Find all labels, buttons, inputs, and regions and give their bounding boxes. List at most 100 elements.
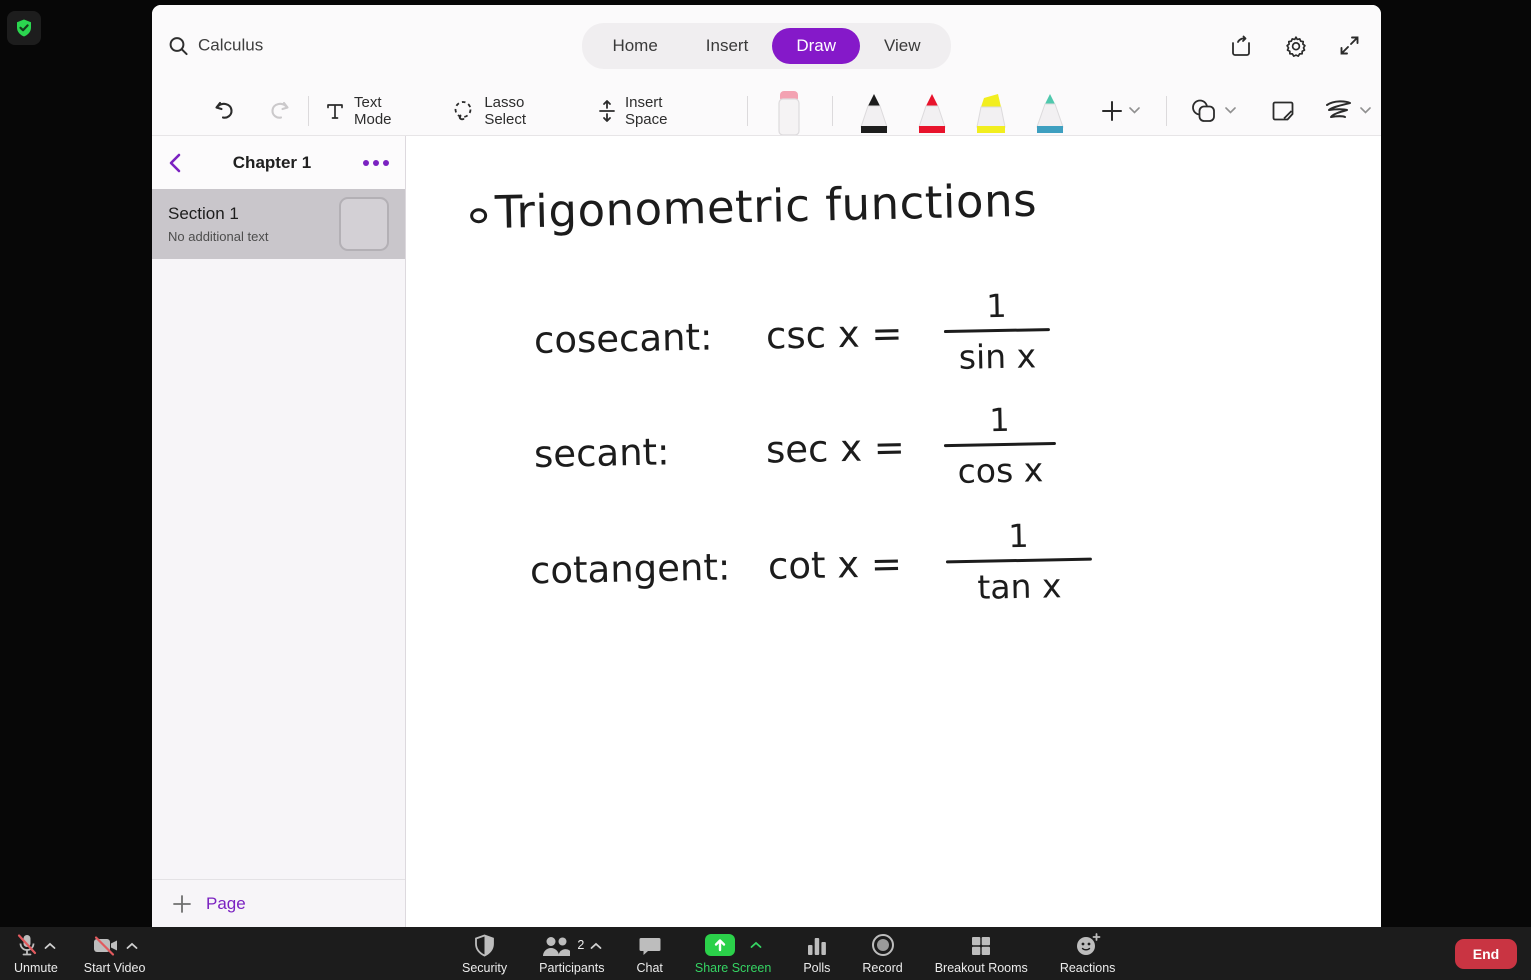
formula-row-secant: secant: sec x = 1 cos x bbox=[533, 400, 1056, 496]
participants-count: 2 bbox=[577, 938, 585, 952]
chevron-up-icon[interactable] bbox=[126, 942, 138, 950]
pen-black-icon bbox=[856, 93, 892, 135]
chevron-up-icon[interactable] bbox=[590, 942, 602, 950]
sticky-note-button[interactable] bbox=[1270, 98, 1296, 124]
polls-button[interactable]: Polls bbox=[803, 933, 830, 975]
undo-icon[interactable] bbox=[212, 98, 238, 124]
highlighter-yellow-tool[interactable] bbox=[972, 93, 1010, 135]
lasso-select-button[interactable]: Lasso Select bbox=[451, 94, 568, 128]
ribbon-divider bbox=[832, 95, 834, 126]
page-thumbnail[interactable] bbox=[339, 197, 389, 251]
fraction-numerator: 1 bbox=[1007, 516, 1030, 556]
security-button[interactable]: Security bbox=[462, 933, 507, 975]
sidebar-header: Chapter 1 bbox=[152, 136, 405, 189]
chat-label: Chat bbox=[636, 961, 663, 975]
start-video-button[interactable]: Start Video bbox=[84, 933, 145, 975]
zoom-meeting-screen: Calculus Home Insert Draw View Text Mode… bbox=[0, 0, 1531, 980]
chevron-down-icon bbox=[1225, 107, 1236, 114]
formula-lhs: sec x = bbox=[765, 425, 906, 472]
pen-red-icon bbox=[914, 93, 950, 135]
text-mode-icon bbox=[325, 101, 345, 121]
record-icon bbox=[871, 933, 895, 957]
more-options-button[interactable] bbox=[363, 159, 389, 166]
formula-label: cosecant: bbox=[533, 315, 713, 362]
fraction-numerator: 1 bbox=[988, 400, 1011, 440]
title-text: Trigonometric functions bbox=[494, 173, 1038, 239]
zoom-toolbar: Unmute Start Video Security 2 Participan… bbox=[0, 927, 1531, 980]
end-meeting-button[interactable]: End bbox=[1455, 939, 1517, 969]
expand-icon[interactable] bbox=[1338, 34, 1361, 57]
fraction-numerator: 1 bbox=[985, 286, 1008, 326]
pages-sidebar: Chapter 1 Section 1 No additional text P… bbox=[152, 136, 406, 927]
draw-ribbon: Text Mode Lasso Select Insert Space bbox=[152, 86, 1381, 136]
reactions-label: Reactions bbox=[1059, 961, 1116, 975]
ribbon-tabs: Home Insert Draw View bbox=[582, 22, 951, 69]
search-field[interactable]: Calculus bbox=[168, 35, 263, 56]
text-mode-label: Text Mode bbox=[353, 93, 392, 128]
breakout-rooms-icon bbox=[970, 935, 992, 957]
unmute-button[interactable]: Unmute bbox=[14, 933, 58, 975]
back-button[interactable] bbox=[168, 153, 181, 173]
tab-view[interactable]: View bbox=[860, 28, 945, 64]
tab-insert[interactable]: Insert bbox=[682, 28, 773, 64]
page-item-subtitle: No additional text bbox=[168, 229, 269, 244]
insert-space-button[interactable]: Insert Space bbox=[598, 94, 707, 128]
plus-icon bbox=[1101, 100, 1123, 122]
note-canvas[interactable]: Trigonometric functions cosecant: csc x … bbox=[406, 136, 1381, 927]
gear-icon[interactable] bbox=[1284, 34, 1308, 58]
add-pen-button[interactable] bbox=[1101, 100, 1140, 122]
eraser-icon bbox=[772, 89, 806, 135]
ink-style-button[interactable] bbox=[1324, 98, 1371, 124]
record-label: Record bbox=[862, 961, 903, 975]
chat-icon bbox=[638, 935, 662, 957]
pen-teal-tool[interactable] bbox=[1032, 93, 1068, 135]
chat-button[interactable]: Chat bbox=[636, 933, 663, 975]
ribbon-divider bbox=[1166, 95, 1168, 126]
fraction: 1 sin x bbox=[943, 286, 1051, 377]
polls-icon bbox=[806, 935, 828, 957]
participants-button[interactable]: 2 Participants bbox=[539, 933, 604, 975]
chevron-up-icon[interactable] bbox=[750, 941, 762, 949]
bullet-circle bbox=[469, 208, 488, 224]
eraser-tool[interactable] bbox=[772, 89, 806, 135]
formula-label: cotangent: bbox=[529, 545, 731, 593]
highlighter-yellow-icon bbox=[972, 93, 1010, 135]
share-screen-label: Share Screen bbox=[694, 961, 772, 975]
chevron-up-icon[interactable] bbox=[44, 942, 56, 950]
zoom-toolbar-left: Unmute Start Video bbox=[14, 933, 145, 975]
mic-muted-icon bbox=[16, 933, 38, 957]
share-screen-icon bbox=[704, 933, 736, 957]
shapes-icon bbox=[1189, 98, 1219, 124]
chevron-down-icon bbox=[1360, 107, 1371, 114]
share-icon[interactable] bbox=[1229, 34, 1254, 58]
formula-lhs: csc x = bbox=[765, 311, 903, 358]
text-mode-button[interactable]: Text Mode bbox=[325, 94, 421, 128]
redo-icon[interactable] bbox=[266, 98, 292, 124]
breakout-rooms-button[interactable]: Breakout Rooms bbox=[935, 933, 1028, 975]
shapes-button[interactable] bbox=[1189, 98, 1236, 124]
breakout-rooms-label: Breakout Rooms bbox=[934, 961, 1028, 975]
record-button[interactable]: Record bbox=[862, 933, 903, 975]
camera-muted-icon bbox=[92, 935, 120, 957]
ribbon-divider bbox=[747, 95, 749, 126]
tab-draw[interactable]: Draw bbox=[772, 27, 860, 64]
security-label: Security bbox=[462, 961, 508, 975]
participants-icon bbox=[541, 935, 571, 957]
shield-check-icon bbox=[14, 18, 34, 38]
ribbon-divider bbox=[308, 95, 309, 126]
page-list-item-selected[interactable]: Section 1 No additional text bbox=[152, 189, 405, 259]
notebook-title: Chapter 1 bbox=[232, 152, 312, 172]
add-page-button[interactable]: Page bbox=[152, 879, 405, 927]
formula-lhs: cot x = bbox=[767, 542, 903, 588]
formula-row-cotangent: cotangent: cot x = 1 tan x bbox=[529, 516, 1092, 613]
zoom-toolbar-center: Security 2 Participants Chat Share Scree… bbox=[462, 933, 1115, 975]
reactions-icon bbox=[1075, 933, 1101, 957]
reactions-button[interactable]: Reactions bbox=[1059, 933, 1116, 975]
insert-space-label: Insert Space bbox=[624, 93, 668, 128]
zoom-security-badge[interactable] bbox=[7, 11, 41, 45]
tab-home[interactable]: Home bbox=[588, 28, 681, 64]
pen-red-tool[interactable] bbox=[914, 93, 950, 135]
pen-black-tool[interactable] bbox=[856, 93, 892, 135]
onenote-navbar: Calculus Home Insert Draw View bbox=[152, 5, 1381, 86]
share-screen-button[interactable]: Share Screen bbox=[695, 933, 771, 975]
